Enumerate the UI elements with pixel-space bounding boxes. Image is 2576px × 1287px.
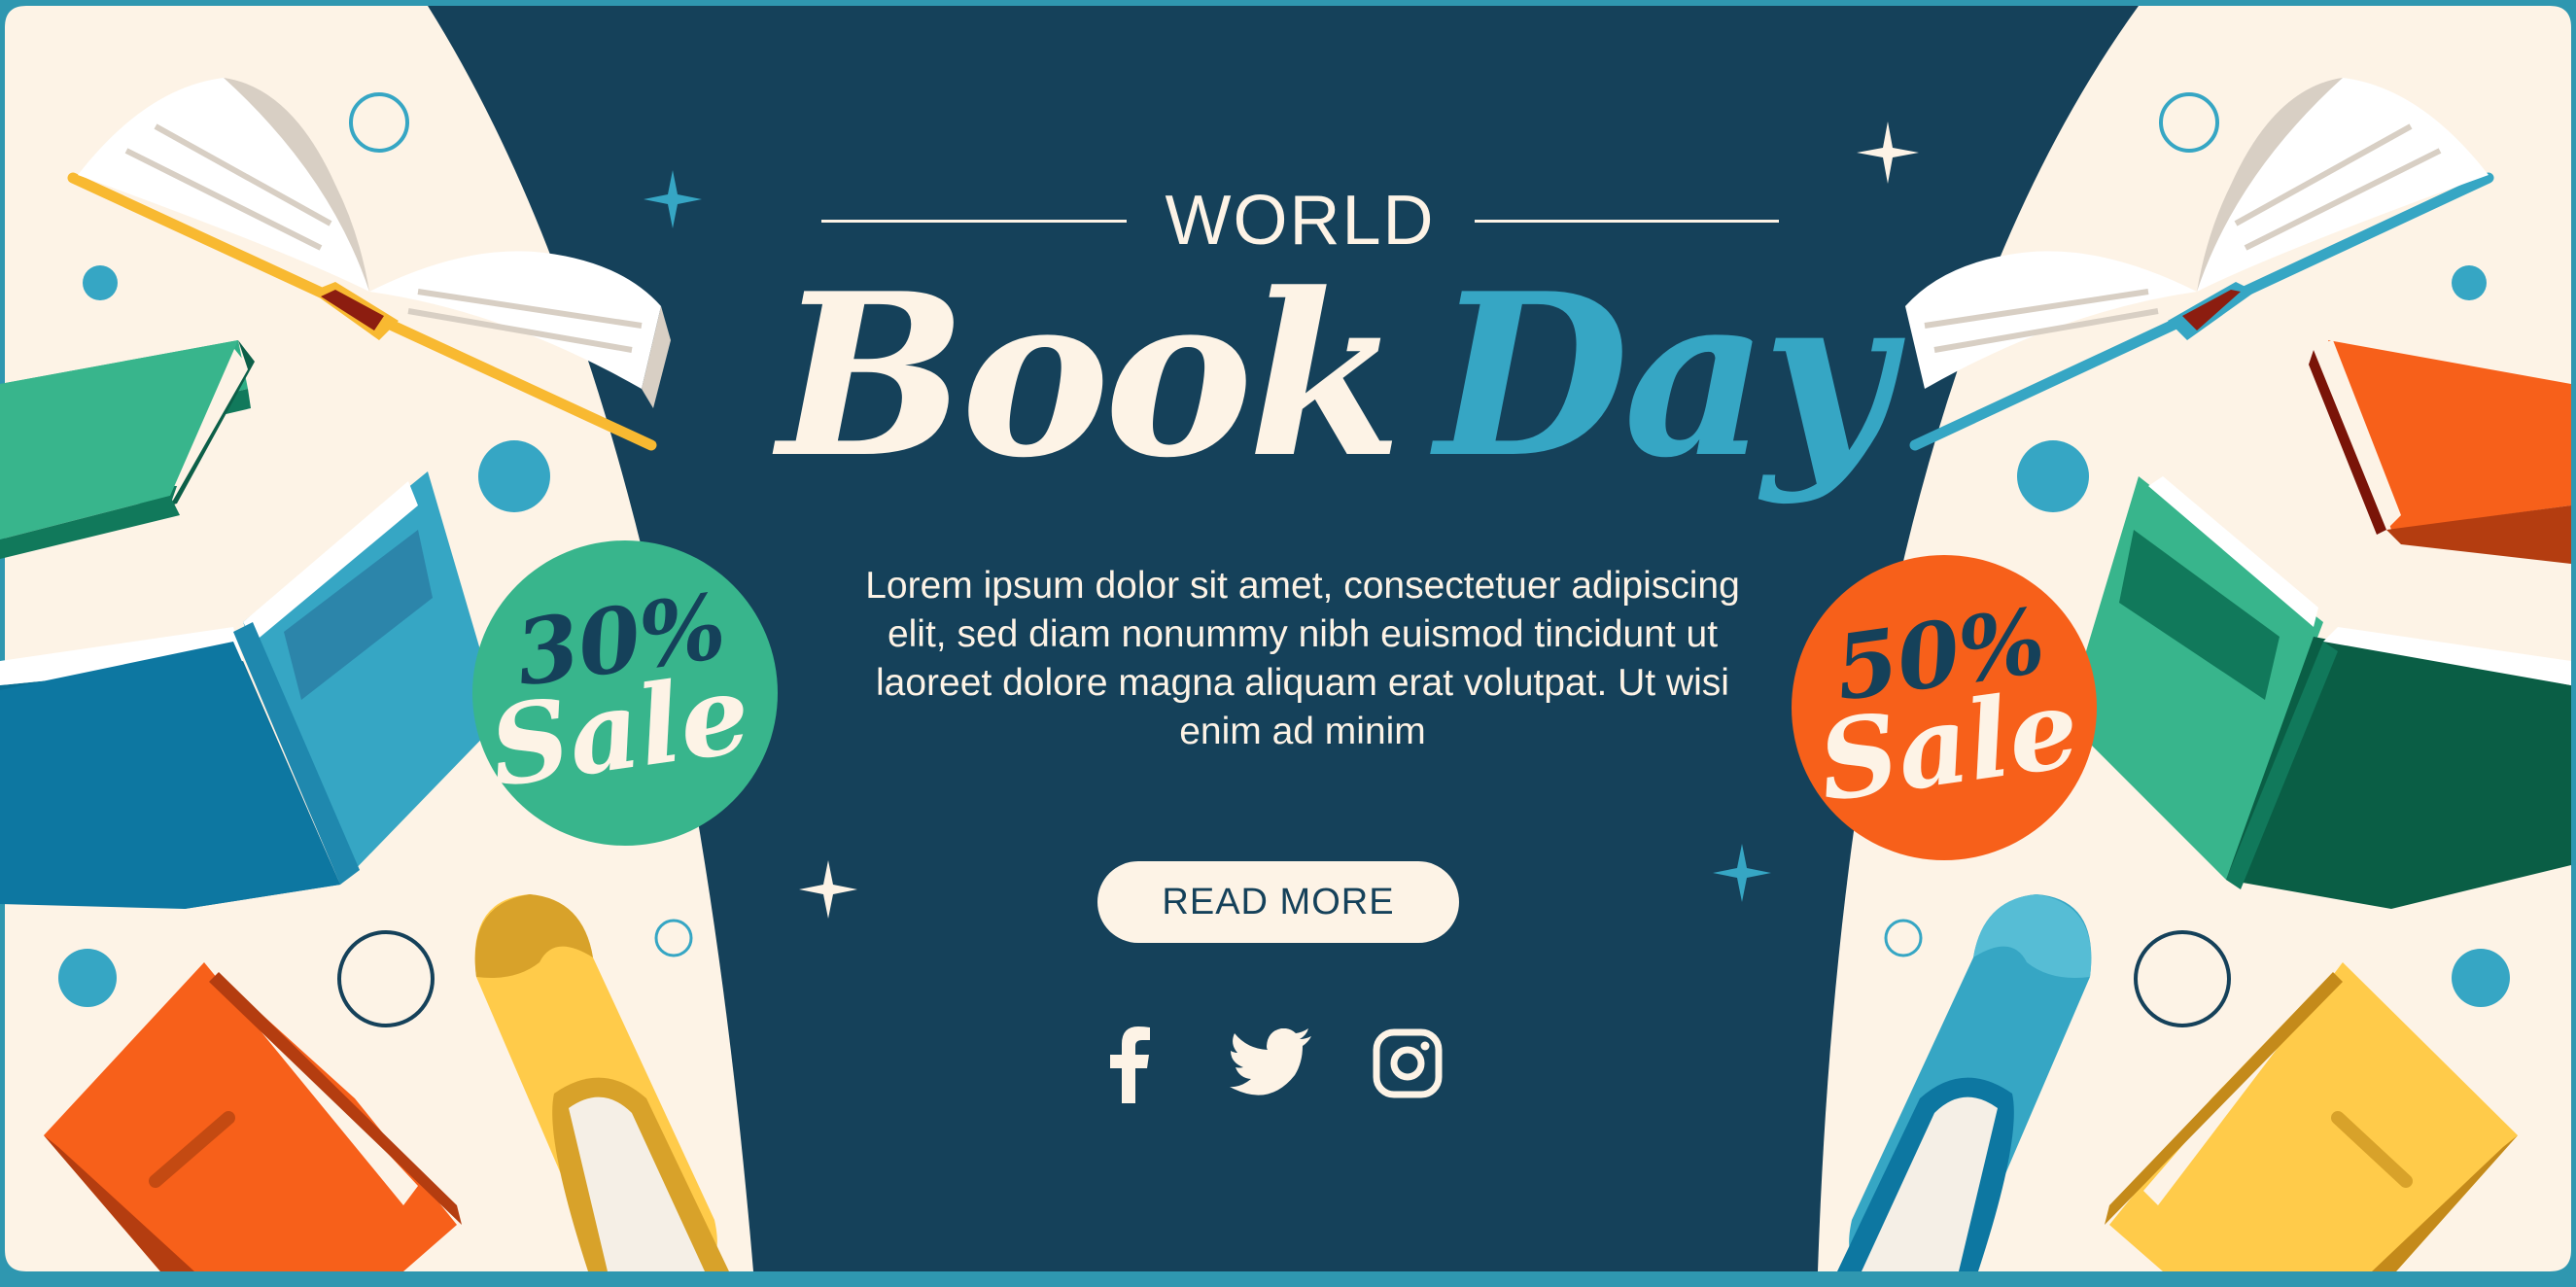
dot-decoration (2452, 949, 2510, 1007)
sale-badge-right: 50% Sale (1792, 555, 2097, 860)
dot-decoration (2452, 265, 2487, 300)
dot-decoration (478, 440, 550, 512)
instagram-icon[interactable] (1373, 1028, 1443, 1098)
twitter-icon[interactable] (1230, 1028, 1312, 1096)
dot-decoration (2017, 440, 2089, 512)
read-more-button[interactable]: READ MORE (1097, 861, 1459, 943)
facebook-icon[interactable] (1108, 1026, 1152, 1103)
book-day-banner: 30% Sale 50% Sale WORLD Book Day Lorem ip… (0, 0, 2576, 1283)
sale-badge-left: 30% Sale (472, 540, 778, 846)
dot-decoration (83, 265, 118, 300)
dot-decoration (58, 949, 117, 1007)
